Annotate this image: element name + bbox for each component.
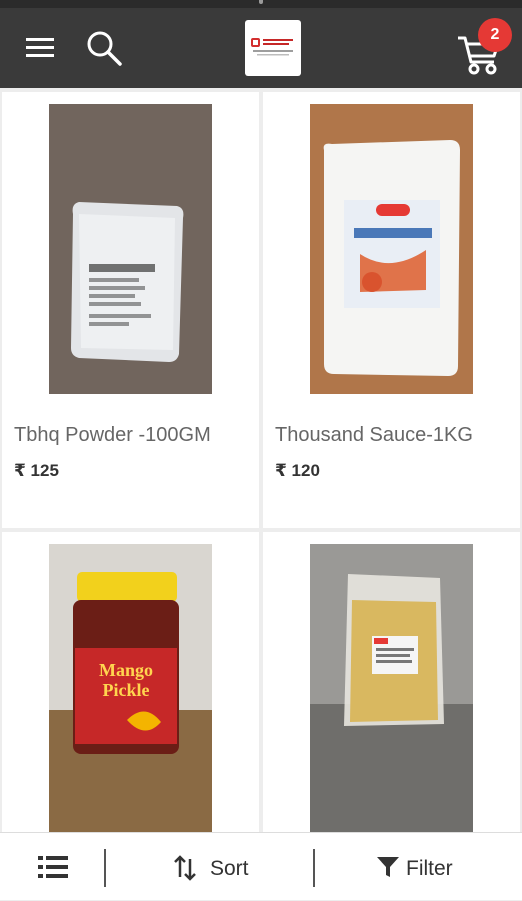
product-image: [310, 104, 473, 394]
product-image: [49, 104, 212, 394]
product-name: Thousand Sauce-1KG: [275, 424, 473, 446]
product-card[interactable]: Tbhq Powder -100GM ₹ 125: [2, 92, 259, 528]
svg-text:Pickle: Pickle: [103, 680, 150, 700]
search-icon[interactable]: [82, 26, 126, 70]
status-bar: [0, 0, 522, 8]
product-name: Tbhq Powder -100GM: [14, 424, 211, 446]
list-view-button[interactable]: [20, 833, 90, 901]
product-card[interactable]: Mango Pickle: [2, 532, 259, 832]
filter-label: Filter: [406, 857, 453, 880]
divider: [104, 849, 106, 887]
product-price: ₹ 125: [14, 461, 59, 480]
list-view-icon: [38, 853, 70, 886]
product-image: Mango Pickle: [49, 544, 212, 832]
filter-funnel-icon: [376, 855, 400, 884]
product-card[interactable]: Thousand Sauce-1KG ₹ 120: [263, 92, 520, 528]
product-image: [310, 544, 473, 832]
sort-button[interactable]: Sort: [150, 833, 290, 901]
bottom-action-bar: Sort Filter: [0, 832, 522, 900]
hamburger-menu-icon[interactable]: [22, 32, 62, 64]
app-bar: 2: [0, 8, 522, 88]
cart-count-badge: 2: [478, 18, 512, 52]
product-price: ₹ 120: [275, 461, 320, 480]
filter-button[interactable]: Filter: [360, 833, 500, 901]
product-card[interactable]: [263, 532, 520, 832]
store-logo[interactable]: [245, 20, 301, 76]
status-indicator: [259, 0, 263, 4]
svg-text:Mango: Mango: [99, 660, 153, 680]
sort-arrows-icon: [172, 853, 198, 888]
divider: [313, 849, 315, 887]
product-grid: Tbhq Powder -100GM ₹ 125 Thousand Sauce-…: [0, 92, 522, 832]
sort-label: Sort: [210, 857, 249, 880]
